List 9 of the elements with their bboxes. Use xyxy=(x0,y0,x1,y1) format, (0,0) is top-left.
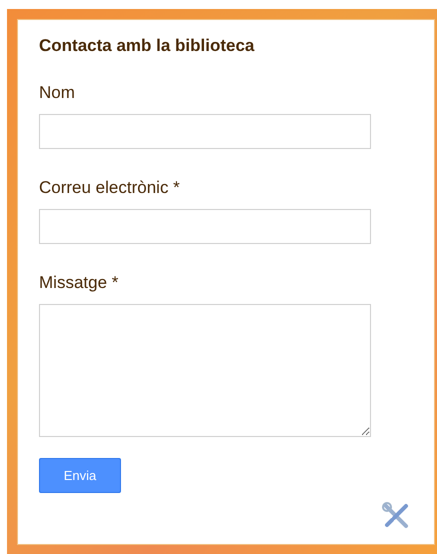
input-field[interactable] xyxy=(39,114,371,149)
field-label: Missatge * xyxy=(39,272,120,294)
tools-icon xyxy=(382,502,410,530)
field-label: Nom xyxy=(39,82,76,104)
message-field[interactable] xyxy=(39,304,371,437)
field-label: Correu electrònic * xyxy=(39,177,181,199)
input-field[interactable] xyxy=(39,209,371,244)
widget-title: Contacta amb la biblioteca xyxy=(39,35,256,57)
send-button[interactable]: Envia xyxy=(39,458,121,493)
